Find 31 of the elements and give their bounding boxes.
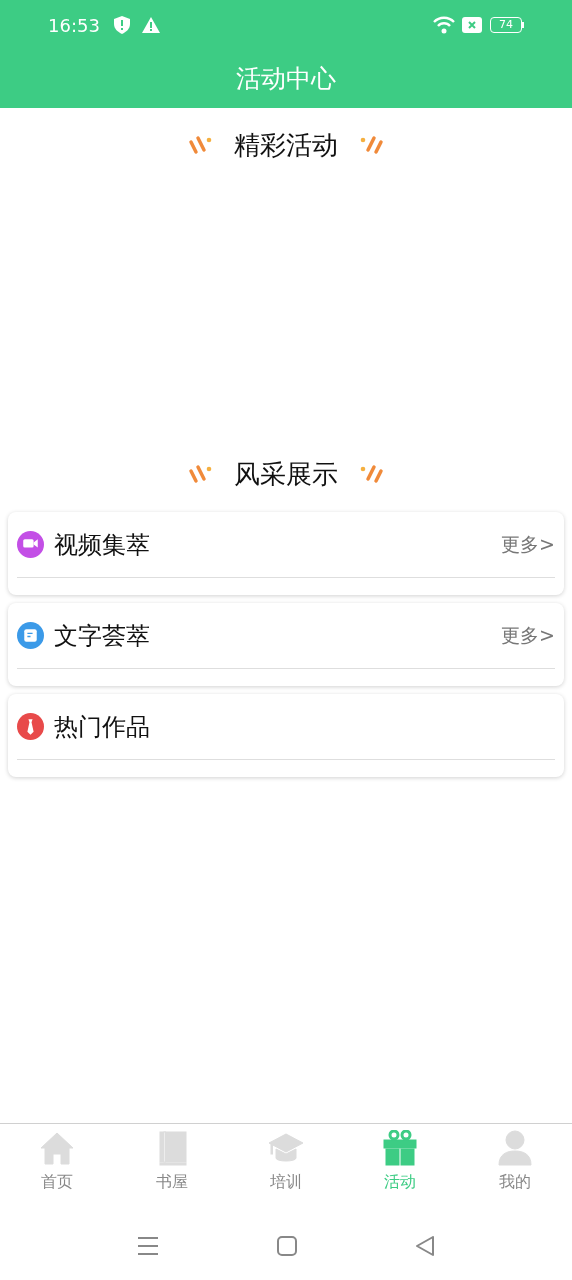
person-icon	[496, 1130, 533, 1166]
tab[interactable]: 首页	[0, 1124, 115, 1211]
home-icon	[39, 1130, 76, 1166]
card-title: 视频集萃	[54, 529, 151, 561]
sim-icon	[462, 17, 482, 33]
section-title: 精彩活动	[234, 128, 338, 162]
tab[interactable]: 培训	[228, 1124, 344, 1211]
menu-icon[interactable]	[137, 1235, 159, 1256]
tab[interactable]: 书屋	[114, 1124, 229, 1211]
warning-icon	[141, 17, 160, 33]
section-card[interactable]: 文字荟萃 更多>	[8, 603, 564, 686]
status-time: 16:53	[48, 13, 100, 38]
section-card[interactable]: 热门作品	[8, 694, 564, 777]
card-title: 热门作品	[54, 711, 151, 743]
more-link[interactable]: 更多>	[501, 530, 555, 559]
sparkle-icon	[358, 463, 384, 485]
sparkle-icon	[358, 134, 384, 156]
section-card[interactable]: 视频集萃 更多>	[8, 512, 564, 595]
sparkle-icon	[188, 463, 214, 485]
gift-icon	[382, 1130, 419, 1166]
more-link[interactable]: 更多>	[501, 621, 555, 650]
wifi-icon	[432, 16, 456, 34]
page-title: 活动中心	[236, 63, 336, 96]
home-icon[interactable]	[277, 1235, 297, 1256]
battery-icon: 74	[490, 17, 524, 33]
back-icon[interactable]	[415, 1235, 435, 1256]
tab[interactable]: 我的	[457, 1124, 572, 1211]
sparkle-icon	[188, 134, 214, 156]
shield-icon	[113, 16, 130, 34]
section-title: 风采展示	[234, 457, 338, 491]
card-title: 文字荟萃	[54, 620, 151, 652]
